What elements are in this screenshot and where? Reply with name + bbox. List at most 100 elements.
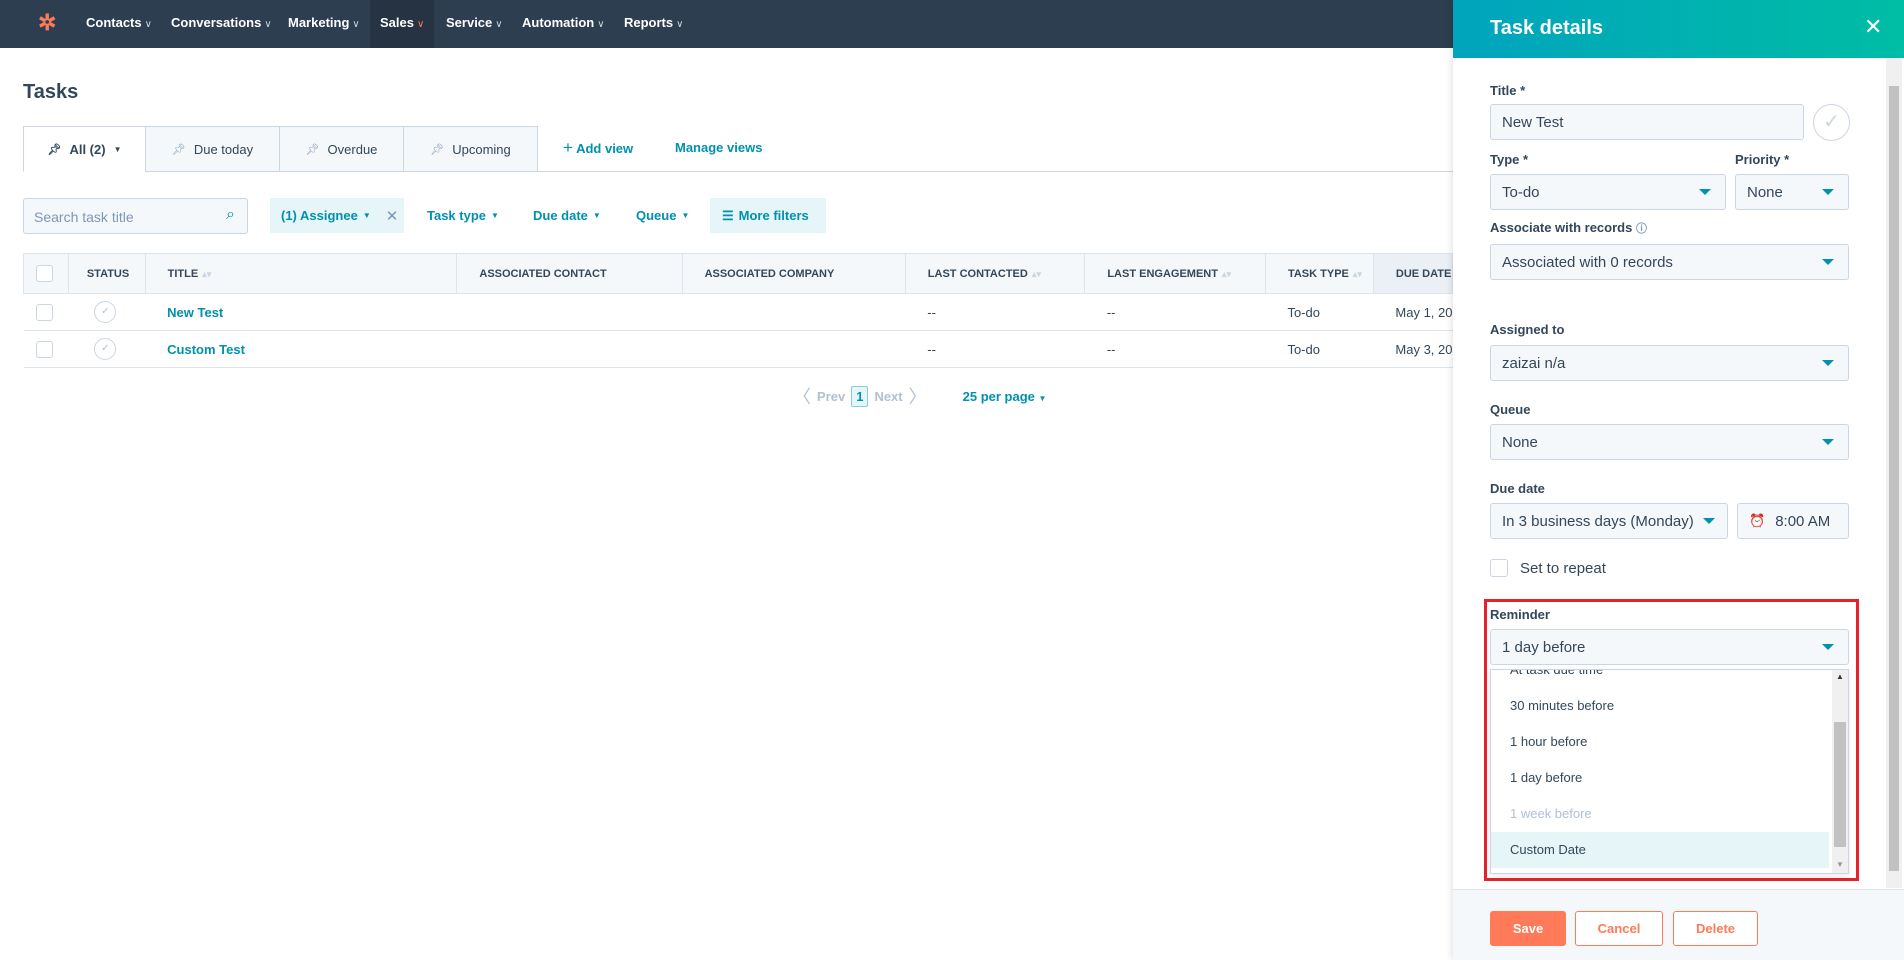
cancel-button[interactable]: Cancel: [1575, 911, 1663, 946]
queue-label: Queue: [1490, 402, 1531, 417]
queue-filter[interactable]: Queue ▼: [636, 198, 689, 233]
table-header: STATUS TITLE ▴▾ ASSOCIATED CONTACT ASSOCI…: [23, 253, 1454, 294]
page-1-button[interactable]: 1: [851, 385, 869, 407]
option-custom-date[interactable]: Custom Date: [1491, 832, 1829, 868]
table-row: ✓ New Test -- -- To-do May 1, 20: [23, 293, 1453, 331]
assignee-filter[interactable]: (1) Assignee ▼ ✕: [270, 198, 404, 233]
search-icon[interactable]: ⌕: [226, 206, 235, 224]
due-date-filter[interactable]: Due date ▼: [533, 198, 601, 233]
option-1-day[interactable]: 1 day before: [1491, 760, 1829, 796]
manage-views-link[interactable]: Manage views: [675, 140, 762, 155]
search-placeholder: Search task title: [34, 209, 134, 225]
sliders-icon: ☰: [722, 207, 734, 223]
col-last-engagement[interactable]: LAST ENGAGEMENT ▴▾: [1084, 253, 1266, 294]
cell-contact: [456, 330, 683, 368]
associate-select[interactable]: Associated with 0 records: [1490, 244, 1849, 280]
chevron-left-icon[interactable]: 〈: [793, 383, 811, 409]
plus-icon: +: [563, 138, 573, 157]
pin-icon: 📌︎: [171, 143, 186, 156]
complete-status-icon[interactable]: ✓: [94, 301, 117, 323]
repeat-checkbox[interactable]: Set to repeat: [1490, 559, 1606, 577]
time-input[interactable]: ⏰ 8:00 AM: [1737, 503, 1849, 539]
reminder-select[interactable]: 1 day before: [1490, 629, 1849, 665]
complete-check-icon[interactable]: ✓: [1813, 104, 1850, 141]
col-due-date[interactable]: DUE DATE: [1372, 253, 1454, 294]
option-30-minutes[interactable]: 30 minutes before: [1491, 688, 1829, 724]
due-date-select[interactable]: In 3 business days (Monday): [1490, 503, 1728, 539]
per-page-select[interactable]: 25 per page ▼: [963, 389, 1047, 404]
nav-reports[interactable]: Reports ∨: [624, 0, 683, 48]
priority-select[interactable]: None: [1735, 174, 1849, 210]
pagination: 〈 Prev 1 Next 〉 25 per page ▼: [793, 383, 1046, 409]
col-status: STATUS: [67, 253, 146, 294]
info-icon[interactable]: ⓘ: [1636, 223, 1647, 235]
col-last-contacted[interactable]: LAST CONTACTED ▴▾: [904, 253, 1086, 294]
cell-task-type: To-do: [1265, 330, 1374, 368]
cell-due-date: May 1, 20: [1373, 293, 1453, 331]
tab-upcoming[interactable]: 📌︎ Upcoming: [403, 126, 538, 172]
tabs-divider: [537, 171, 1453, 172]
cell-last-engagement: --: [1084, 330, 1266, 368]
priority-label: Priority *: [1735, 152, 1790, 167]
nav-contacts[interactable]: Contacts ∨: [86, 0, 152, 48]
task-title-link[interactable]: Custom Test: [167, 342, 245, 357]
row-checkbox[interactable]: [35, 303, 53, 321]
assigned-select[interactable]: zaizai n/a: [1490, 345, 1849, 381]
pin-icon: 📌︎: [305, 143, 320, 156]
title-input[interactable]: New Test: [1490, 104, 1804, 140]
tab-due-today[interactable]: 📌︎ Due today: [145, 126, 280, 172]
close-icon[interactable]: ✕: [386, 207, 399, 225]
col-associated-company: ASSOCIATED COMPANY: [681, 253, 906, 294]
add-view-button[interactable]: + Add view: [563, 138, 633, 158]
nav-sales[interactable]: Sales ∨: [370, 0, 434, 48]
next-button[interactable]: Next: [874, 389, 902, 404]
option-1-week-disabled: 1 week before: [1510, 806, 1592, 821]
panel-header: Task details ✕: [1453, 0, 1904, 58]
nav-conversations[interactable]: Conversations ∨: [171, 0, 272, 48]
tab-all[interactable]: 📌︎ All (2) ▼: [23, 126, 146, 172]
type-select[interactable]: To-do: [1490, 174, 1726, 210]
nav-marketing[interactable]: Marketing ∨: [288, 0, 360, 48]
nav-automation[interactable]: Automation ∨: [522, 0, 605, 48]
save-button[interactable]: Save: [1490, 911, 1566, 946]
nav-service[interactable]: Service ∨: [446, 0, 503, 48]
chevron-right-icon[interactable]: 〉: [909, 383, 927, 409]
panel-scrollbar[interactable]: [1886, 58, 1902, 888]
assigned-label: Assigned to: [1490, 322, 1565, 337]
cell-contact: [456, 293, 683, 331]
col-task-type[interactable]: TASK TYPE ▴▾: [1264, 253, 1374, 294]
tasks-table: STATUS TITLE ▴▾ ASSOCIATED CONTACT ASSOCI…: [23, 253, 1454, 368]
prev-button[interactable]: Prev: [817, 389, 845, 404]
alarm-clock-icon: ⏰: [1749, 513, 1766, 528]
select-all-checkbox[interactable]: [23, 253, 69, 294]
dropdown-scrollbar[interactable]: ▲ ▼: [1832, 670, 1848, 873]
task-title-link[interactable]: New Test: [167, 305, 223, 320]
option-1-hour[interactable]: 1 hour before: [1491, 724, 1829, 760]
close-icon[interactable]: ✕: [1864, 14, 1882, 40]
delete-button[interactable]: Delete: [1673, 911, 1758, 946]
task-details-panel: Task details ✕ Title * New Test ✓ Type *…: [1453, 0, 1904, 960]
hubspot-logo-icon[interactable]: ✲: [38, 10, 62, 38]
option-at-due-time[interactable]: At task due time: [1491, 670, 1829, 688]
pin-icon: 📌︎: [47, 143, 62, 156]
due-date-label: Due date: [1490, 481, 1545, 496]
task-type-filter[interactable]: Task type ▼: [427, 198, 499, 233]
row-checkbox[interactable]: [35, 340, 53, 358]
cell-last-engagement: --: [1084, 293, 1266, 331]
queue-select[interactable]: None: [1490, 424, 1849, 460]
associate-label: Associate with records ⓘ: [1490, 220, 1647, 235]
col-title[interactable]: TITLE ▴▾: [144, 253, 458, 294]
title-label: Title *: [1490, 83, 1526, 98]
cell-last-contacted: --: [905, 293, 1085, 331]
col-associated-contact: ASSOCIATED CONTACT: [456, 253, 683, 294]
tab-overdue[interactable]: 📌︎ Overdue: [279, 126, 404, 172]
reminder-dropdown-list: At task due time 30 minutes before 1 hou…: [1490, 669, 1849, 874]
pin-icon: 📌︎: [430, 143, 445, 156]
cell-last-contacted: --: [905, 330, 1085, 368]
cell-company: [682, 293, 906, 331]
search-input[interactable]: Search task title ⌕: [23, 198, 248, 234]
more-filters-button[interactable]: ☰ More filters: [710, 198, 826, 233]
type-label: Type *: [1490, 152, 1529, 167]
complete-status-icon[interactable]: ✓: [94, 338, 117, 360]
cell-due-date: May 3, 20: [1373, 330, 1453, 368]
